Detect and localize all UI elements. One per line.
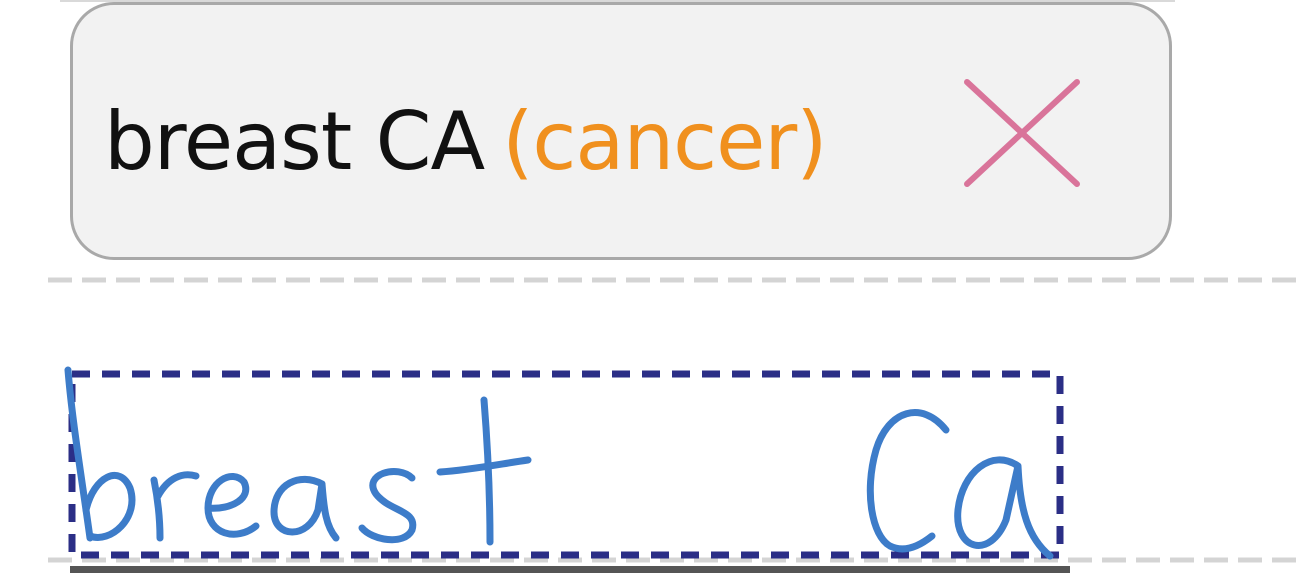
handwriting-canvas[interactable] [60,360,1080,573]
bottom-rule [70,566,1070,573]
handwritten-ink [64,366,1054,560]
suggestion-expansion: (cancer) [502,95,827,188]
close-icon [964,79,1080,187]
dismiss-button[interactable] [955,72,1091,198]
suggestion-text: breast CA (cancer) [104,94,827,190]
ruled-line [0,270,1300,290]
suggestion-term: breast CA [104,95,485,188]
